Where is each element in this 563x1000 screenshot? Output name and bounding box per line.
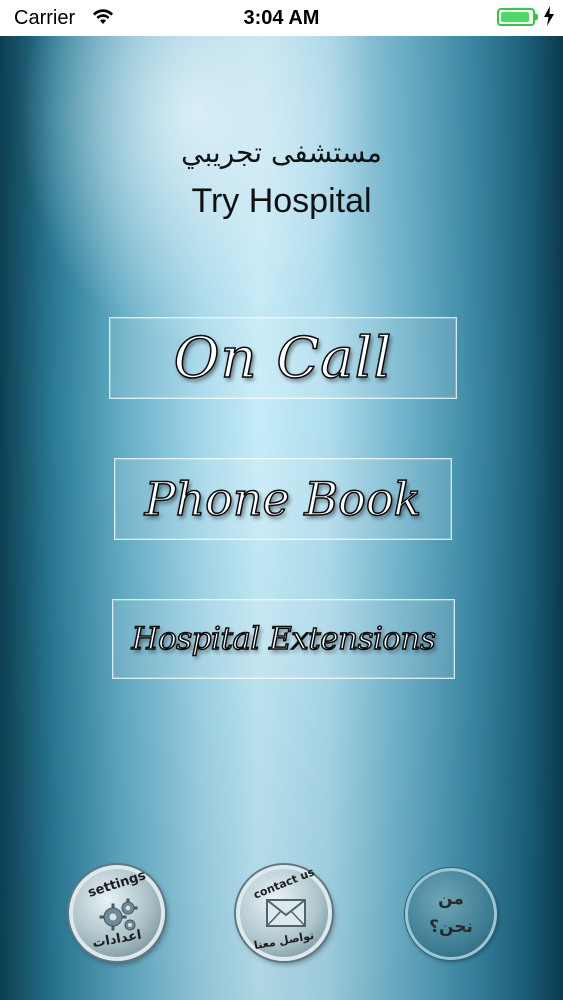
contact-label-ar: تواصل معنا [252, 928, 316, 953]
about-us-button[interactable]: من نحن؟ [405, 868, 497, 960]
contact-us-button[interactable]: contact us تواصل معنا [236, 865, 332, 961]
battery-icon [497, 8, 538, 26]
on-call-label: On Call [173, 325, 393, 392]
on-call-button[interactable]: On Call [109, 317, 457, 399]
status-time: 3:04 AM [243, 7, 320, 29]
hospital-title-arabic: مستشفى تجريبي [181, 136, 382, 169]
hospital-title-english: Try Hospital [191, 182, 372, 220]
phone-book-button[interactable]: Phone Book [114, 458, 452, 540]
lightning-bolt-icon [544, 6, 554, 26]
main-screen: مستشفى تجريبي Try Hospital On Call Phone… [0, 36, 563, 1000]
hospital-extensions-button[interactable]: Hospital Extensions [112, 599, 455, 679]
status-bar: Carrier 3:04 AM [0, 0, 563, 36]
settings-button[interactable]: settings اعدادات [69, 865, 165, 961]
hospital-extensions-label: Hospital Extensions [131, 620, 437, 658]
envelope-icon [266, 899, 306, 927]
phone-book-label: Phone Book [144, 471, 422, 527]
about-label-line1: من [438, 889, 464, 909]
about-label-line2: نحن؟ [429, 917, 473, 937]
